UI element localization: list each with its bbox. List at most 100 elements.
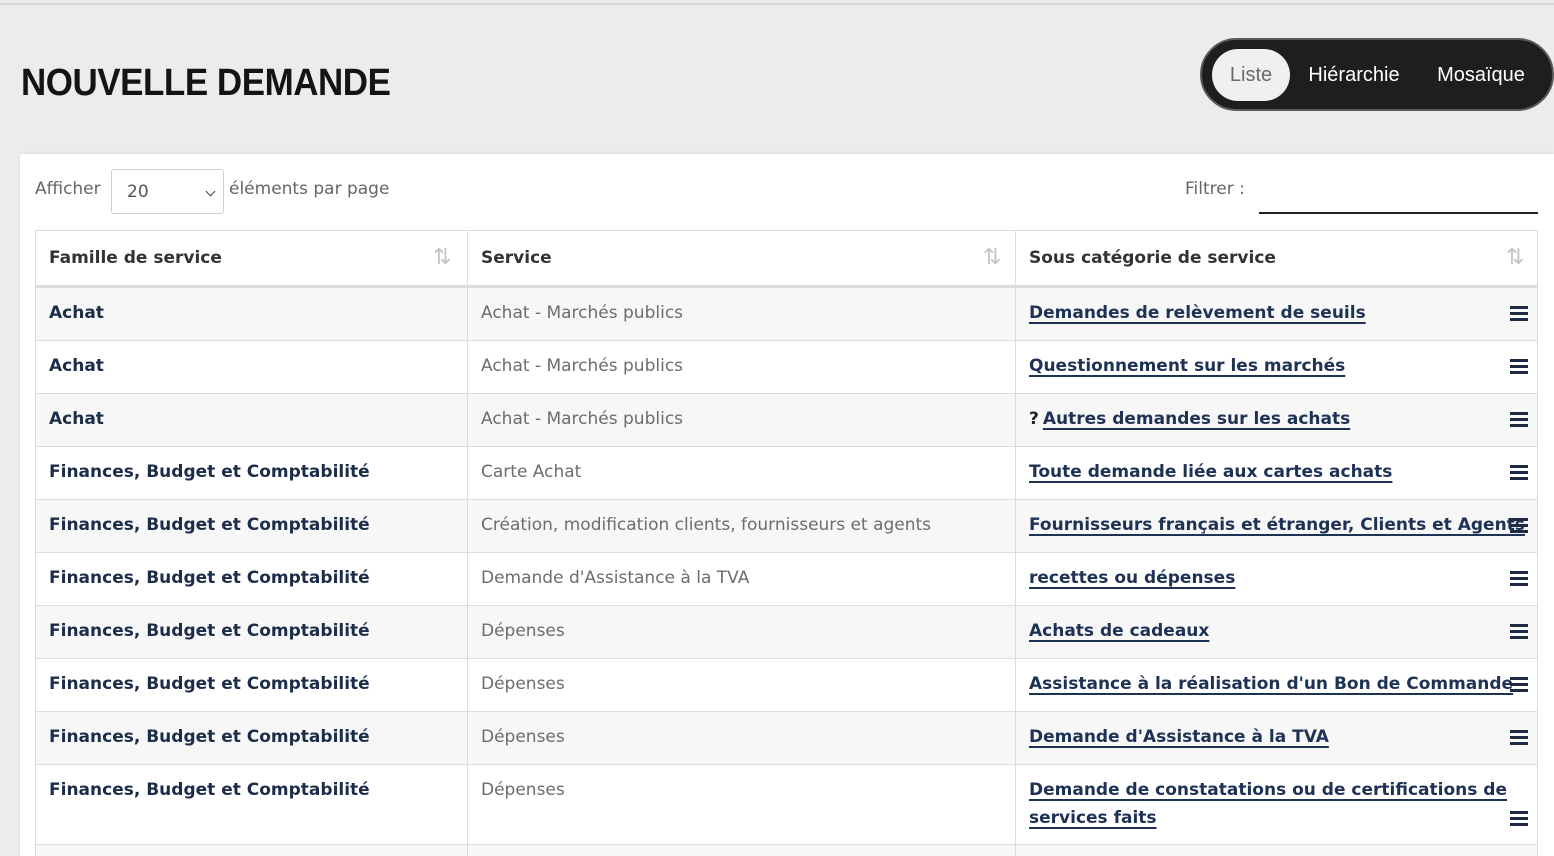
menu-icon[interactable] — [1510, 624, 1528, 640]
cell-famille: Finances, Budget et Comptabilité — [36, 606, 467, 658]
subcategory-link[interactable]: recettes ou dépenses — [1029, 568, 1235, 588]
view-tab-mosaique[interactable]: Mosaïque — [1426, 49, 1536, 101]
service-text: Demande d'Assistance à la TVA — [481, 568, 750, 588]
page-size-value: 20 — [127, 182, 149, 202]
cell-service: Création, modification clients, fourniss… — [467, 500, 1015, 552]
cell-sous-categorie: Demandes de relèvement de seuils — [1015, 288, 1537, 340]
subcategory-link[interactable]: Autres demandes sur les achats — [1043, 409, 1350, 429]
table-row — [36, 845, 1537, 856]
view-tab-hierarchie[interactable]: Hiérarchie — [1298, 49, 1410, 101]
page-size-select[interactable]: 20 — [111, 169, 224, 214]
table-row: Finances, Budget et Comptabilité Demande… — [36, 553, 1537, 606]
subcategory-link[interactable]: Demande de constatations ou de certifica… — [1029, 776, 1509, 832]
cell-sous-categorie: Assistance à la réalisation d'un Bon de … — [1015, 659, 1537, 711]
subcategory-link-wrapper[interactable]: ? Autres demandes sur les achats — [1029, 409, 1350, 429]
cell-famille: Finances, Budget et Comptabilité — [36, 447, 467, 499]
services-table: Famille de service ⇅ Service ⇅ Sous caté… — [35, 230, 1538, 856]
service-text: Achat - Marchés publics — [481, 303, 684, 323]
cell-service: Achat - Marchés publics — [467, 288, 1015, 340]
cell-sous-categorie: Questionnement sur les marchés — [1015, 341, 1537, 393]
sort-icon[interactable]: ⇅ — [983, 231, 1001, 285]
menu-icon[interactable] — [1510, 412, 1528, 428]
famille-text: Finances, Budget et Comptabilité — [49, 780, 370, 800]
table-row: Finances, Budget et Comptabilité Carte A… — [36, 447, 1537, 500]
cell-service: Dépenses — [467, 712, 1015, 764]
table-header: Famille de service ⇅ Service ⇅ Sous caté… — [36, 231, 1537, 288]
famille-text: Achat — [49, 356, 104, 376]
cell-famille: Achat — [36, 394, 467, 446]
cell-famille: Achat — [36, 288, 467, 340]
service-text: Création, modification clients, fourniss… — [481, 515, 932, 535]
column-header-sous-categorie[interactable]: Sous catégorie de service ⇅ — [1015, 231, 1537, 285]
menu-icon[interactable] — [1510, 518, 1528, 534]
sort-icon[interactable]: ⇅ — [1506, 231, 1524, 285]
menu-icon[interactable] — [1510, 359, 1528, 375]
show-label: Afficher — [35, 179, 101, 199]
column-header-label: Service — [481, 248, 552, 268]
view-switch: Liste Hiérarchie Mosaïque — [1200, 38, 1554, 111]
famille-text: Finances, Budget et Comptabilité — [49, 462, 370, 482]
cell-sous-categorie — [1015, 845, 1537, 856]
column-header-service[interactable]: Service ⇅ — [467, 231, 1015, 285]
table-row: Achat Achat - Marchés publics Demandes d… — [36, 288, 1537, 341]
sort-icon[interactable]: ⇅ — [433, 231, 451, 285]
column-header-label: Famille de service — [49, 248, 222, 268]
service-text: Dépenses — [481, 621, 565, 641]
menu-icon[interactable] — [1510, 811, 1528, 827]
table-row: Achat Achat - Marchés publics ? Autres de… — [36, 394, 1537, 447]
filter-input[interactable] — [1259, 172, 1538, 214]
request-list-panel: Afficher 20 éléments par page Filtrer : … — [20, 154, 1554, 856]
cell-famille: Achat — [36, 341, 467, 393]
cell-service: Dépenses — [467, 606, 1015, 658]
column-header-famille[interactable]: Famille de service ⇅ — [36, 231, 467, 285]
subcategory-link[interactable]: Demande d'Assistance à la TVA — [1029, 727, 1329, 747]
table-row: Finances, Budget et Comptabilité Dépense… — [36, 659, 1537, 712]
service-text: Achat - Marchés publics — [481, 356, 684, 376]
subcategory-link[interactable]: Demandes de relèvement de seuils — [1029, 303, 1366, 323]
famille-text: Achat — [49, 409, 104, 429]
cell-famille: Finances, Budget et Comptabilité — [36, 500, 467, 552]
filter-label: Filtrer : — [1185, 179, 1245, 199]
subcategory-link[interactable]: Fournisseurs français et étranger, Clien… — [1029, 515, 1525, 535]
subcategory-link[interactable]: Achats de cadeaux — [1029, 621, 1209, 641]
cell-famille: Finances, Budget et Comptabilité — [36, 765, 467, 844]
menu-icon[interactable] — [1510, 571, 1528, 587]
cell-famille — [36, 845, 467, 856]
service-text: Carte Achat — [481, 462, 582, 482]
cell-service: Dépenses — [467, 765, 1015, 844]
service-text: Achat - Marchés publics — [481, 409, 684, 429]
service-text: Dépenses — [481, 727, 565, 747]
table-row: Finances, Budget et Comptabilité Dépense… — [36, 712, 1537, 765]
cell-sous-categorie: Toute demande liée aux cartes achats — [1015, 447, 1537, 499]
cell-sous-categorie: Demande de constatations ou de certifica… — [1015, 765, 1537, 844]
cell-service: Demande d'Assistance à la TVA — [467, 553, 1015, 605]
top-divider — [0, 3, 1554, 5]
per-page-label: éléments par page — [229, 179, 390, 199]
cell-sous-categorie: recettes ou dépenses — [1015, 553, 1537, 605]
menu-icon[interactable] — [1510, 465, 1528, 481]
cell-famille: Finances, Budget et Comptabilité — [36, 553, 467, 605]
cell-famille: Finances, Budget et Comptabilité — [36, 659, 467, 711]
famille-text: Finances, Budget et Comptabilité — [49, 568, 370, 588]
service-text: Dépenses — [481, 674, 565, 694]
table-row: Finances, Budget et Comptabilité Dépense… — [36, 765, 1537, 845]
subcategory-link[interactable]: Toute demande liée aux cartes achats — [1029, 462, 1392, 482]
table-row: Finances, Budget et Comptabilité Créatio… — [36, 500, 1537, 553]
subcategory-link[interactable]: Questionnement sur les marchés — [1029, 356, 1345, 376]
cell-service: Dépenses — [467, 659, 1015, 711]
view-tab-liste[interactable]: Liste — [1212, 49, 1290, 101]
famille-text: Finances, Budget et Comptabilité — [49, 674, 370, 694]
menu-icon[interactable] — [1510, 677, 1528, 693]
cell-famille: Finances, Budget et Comptabilité — [36, 712, 467, 764]
question-icon: ? — [1029, 409, 1039, 429]
table-row: Achat Achat - Marchés publics Questionne… — [36, 341, 1537, 394]
subcategory-link[interactable]: Assistance à la réalisation d'un Bon de … — [1029, 674, 1513, 694]
cell-sous-categorie: Demande d'Assistance à la TVA — [1015, 712, 1537, 764]
page-title: NOUVELLE DEMANDE — [21, 62, 391, 104]
menu-icon[interactable] — [1510, 730, 1528, 746]
cell-service: Achat - Marchés publics — [467, 394, 1015, 446]
cell-service: Achat - Marchés publics — [467, 341, 1015, 393]
menu-icon[interactable] — [1510, 306, 1528, 322]
table-row: Finances, Budget et Comptabilité Dépense… — [36, 606, 1537, 659]
famille-text: Finances, Budget et Comptabilité — [49, 515, 370, 535]
